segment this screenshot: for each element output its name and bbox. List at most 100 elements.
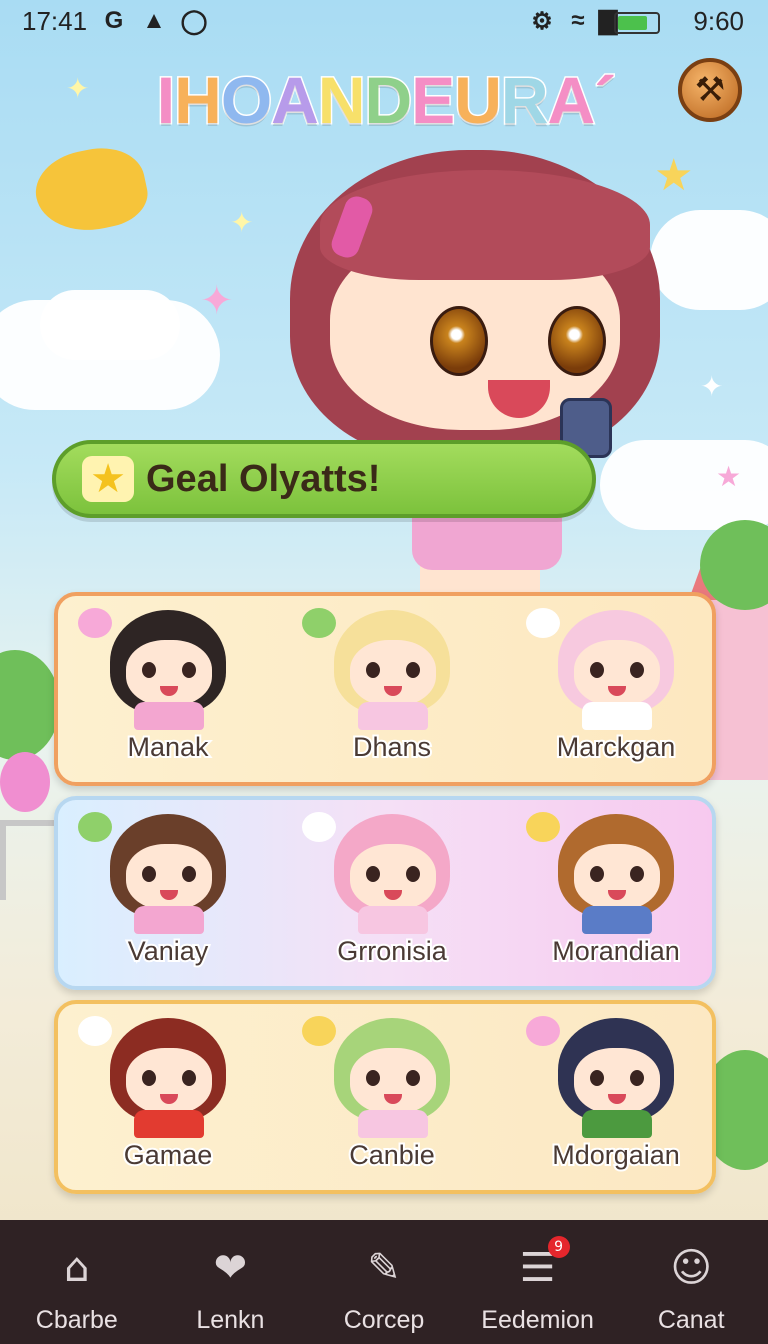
- character-eye: [142, 1070, 156, 1086]
- character-outfit: [134, 1110, 204, 1138]
- character-outfit: [134, 906, 204, 934]
- bubble-icon: [302, 608, 336, 638]
- nav-label: Lenkn: [196, 1306, 265, 1334]
- character-eye: [142, 866, 156, 882]
- fence: [0, 820, 60, 900]
- character-outfit: [582, 906, 652, 934]
- character-face: [350, 844, 436, 910]
- character-outfit: [358, 906, 428, 934]
- character-outfit: [134, 702, 204, 730]
- character-name: Vaniay: [126, 934, 211, 968]
- character-eye: [590, 662, 604, 678]
- character-face: [350, 640, 436, 706]
- bubble-icon: [526, 812, 560, 842]
- battery-icon: [614, 12, 660, 34]
- character-eye: [142, 662, 156, 678]
- star-icon: ★: [654, 150, 694, 201]
- character-eye: [366, 1070, 380, 1086]
- character-outfit: [582, 1110, 652, 1138]
- sparkle-icon: ✦: [200, 278, 234, 324]
- bubble-icon: [302, 1016, 336, 1046]
- title-letter: O: [219, 62, 273, 139]
- nav-item-notes[interactable]: ☰ 9 Eedemion: [461, 1220, 615, 1344]
- character-outfit: [358, 702, 428, 730]
- character-eye: [630, 1070, 644, 1086]
- bubble-icon: [526, 1016, 560, 1046]
- nav-item-pencil[interactable]: ✎ Corcep: [307, 1220, 461, 1344]
- character-name: Grronisia: [335, 934, 449, 968]
- title-letter: ´: [593, 62, 618, 139]
- character-eye: [406, 662, 420, 678]
- notification-badge: 9: [547, 1236, 570, 1258]
- wrench-icon: ⚒: [694, 70, 726, 110]
- cloud: [650, 210, 768, 310]
- heart-mascot-icon: [28, 139, 154, 241]
- mascot-bangs: [320, 170, 650, 280]
- profile-icon: ☺: [670, 1245, 713, 1291]
- title-letter: A: [270, 62, 321, 139]
- goal-banner[interactable]: ★ Geal Olyatts!: [52, 440, 596, 518]
- banner-text: Geal Olyatts!: [146, 457, 381, 500]
- character-name: Marckgan: [555, 730, 678, 764]
- character-eye: [630, 866, 644, 882]
- character-eye: [630, 662, 644, 678]
- character-face: [350, 1048, 436, 1114]
- character-card[interactable]: Mdorgaian: [516, 1004, 716, 1194]
- character-eye: [406, 1070, 420, 1086]
- character-card[interactable]: Gamae: [68, 1004, 268, 1194]
- star-icon: ★: [716, 460, 742, 493]
- character-row-1: Manak Dhans Marckgan: [54, 592, 716, 786]
- sparkle-icon: ✦: [230, 206, 254, 239]
- character-card[interactable]: Grronisia: [292, 800, 492, 990]
- title-letter: D: [363, 62, 414, 139]
- character-card[interactable]: Morandian: [516, 800, 716, 990]
- mascot-eye: [430, 306, 488, 376]
- mute-icon: ⚙: [531, 7, 553, 35]
- nav-label: Corcep: [343, 1306, 425, 1334]
- title-letter: I: [155, 62, 176, 139]
- nav-item-heart[interactable]: ❤ Lenkn: [154, 1220, 308, 1344]
- character-face: [574, 844, 660, 910]
- character-eye: [182, 1070, 196, 1086]
- character-eye: [590, 1070, 604, 1086]
- character-card[interactable]: Marckgan: [516, 596, 716, 786]
- title-letter: A: [546, 62, 597, 139]
- character-card[interactable]: Vaniay: [68, 800, 268, 990]
- title-letter: E: [410, 62, 457, 139]
- character-eye: [366, 866, 380, 882]
- status-time: 17:41: [22, 6, 88, 36]
- heart-icon: ❤: [213, 1245, 248, 1291]
- nav-label: Cbarbe: [35, 1306, 118, 1334]
- title-letter: R: [499, 62, 550, 139]
- nav-label: Eedemion: [481, 1306, 594, 1334]
- character-card[interactable]: Dhans: [292, 596, 492, 786]
- sparkle-icon: ✦: [66, 72, 90, 105]
- nav-item-home[interactable]: ⌂ Cbarbe: [0, 1220, 154, 1344]
- character-name: Manak: [125, 730, 210, 764]
- character-name: Dhans: [351, 730, 433, 764]
- bubble-icon: [78, 608, 112, 638]
- bubble-icon: [526, 608, 560, 638]
- character-name: Mdorgaian: [550, 1138, 682, 1172]
- nav-item-profile[interactable]: ☺ Canat: [614, 1220, 768, 1344]
- character-card[interactable]: Manak: [68, 596, 268, 786]
- pencil-icon: ✎: [367, 1245, 401, 1291]
- character-eye: [590, 866, 604, 882]
- character-face: [126, 1048, 212, 1114]
- title-letter: N: [316, 62, 367, 139]
- character-face: [574, 640, 660, 706]
- character-name: Gamae: [122, 1138, 215, 1172]
- character-outfit: [582, 702, 652, 730]
- settings-button[interactable]: ⚒: [678, 58, 742, 122]
- status-bar: 17:41 G ▲ ◯ ⚙ ≈ ▇ 9:60: [0, 0, 768, 44]
- nav-label: Canat: [657, 1306, 725, 1334]
- character-eye: [406, 866, 420, 882]
- notes-icon: ☰ 9: [512, 1236, 570, 1294]
- bubble-icon: [302, 812, 336, 842]
- character-name: Morandian: [550, 934, 682, 968]
- character-card[interactable]: Canbie: [292, 1004, 492, 1194]
- character-face: [574, 1048, 660, 1114]
- title-letter: H: [173, 62, 224, 139]
- character-face: [126, 844, 212, 910]
- cloud: [600, 440, 768, 530]
